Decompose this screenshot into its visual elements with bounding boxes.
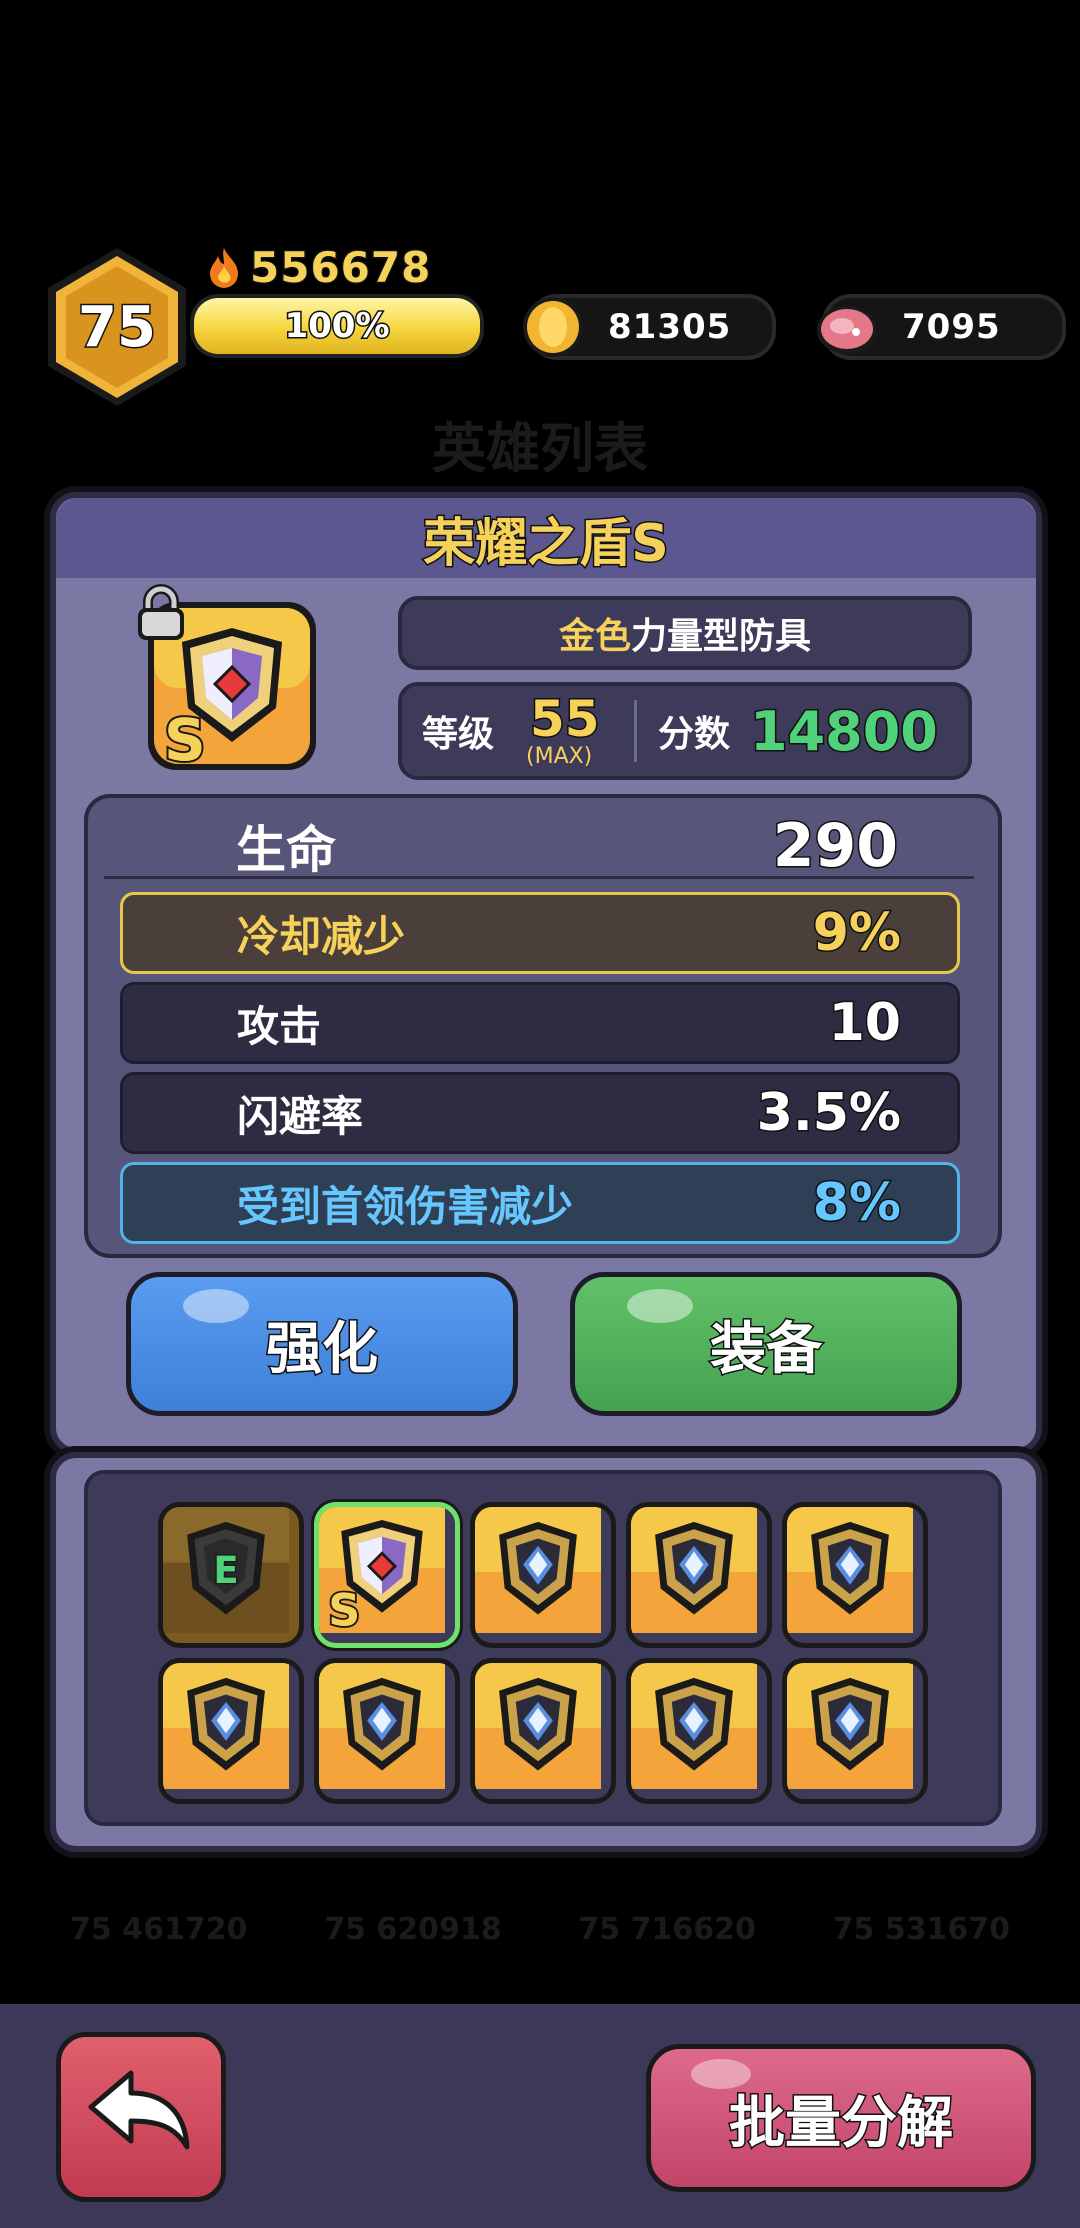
coin-icon bbox=[523, 297, 583, 357]
gem-shield-icon bbox=[163, 1663, 289, 1789]
sub-stat-row: 冷却减少 9% bbox=[120, 892, 960, 974]
lock-icon[interactable] bbox=[134, 584, 188, 644]
item-type-box: 金色 力量型防具 bbox=[398, 596, 972, 670]
level-max-tag: (MAX) bbox=[526, 744, 593, 769]
level-score-box: 等级 55 (MAX) 分数 14800 bbox=[398, 682, 972, 780]
sub-stat-label: 冷却减少 bbox=[237, 911, 406, 961]
sub-stat-value: 10 bbox=[827, 992, 902, 1055]
sub-stat-label: 受到首领伤害减少 bbox=[237, 1181, 574, 1231]
selected-shield-icon: S bbox=[319, 1507, 445, 1633]
bulk-decompose-button[interactable]: 批量分解 bbox=[646, 2044, 1036, 2192]
background-hero-stat: 75 716620 bbox=[578, 1912, 756, 1947]
gem-shield-icon bbox=[787, 1663, 913, 1789]
xp-bar: 100% bbox=[190, 294, 484, 358]
level-label: 等级 bbox=[422, 714, 495, 755]
divider bbox=[634, 700, 637, 762]
coin-counter[interactable]: 81305 bbox=[523, 294, 776, 360]
gem-shield-icon bbox=[787, 1507, 913, 1633]
meat-counter[interactable]: 7095 bbox=[817, 294, 1066, 360]
xp-percent: 100% bbox=[283, 305, 391, 348]
button-shine bbox=[183, 1289, 249, 1323]
main-stat-label: 生命 bbox=[236, 821, 336, 879]
gem-shield-icon bbox=[319, 1663, 445, 1789]
background-title: 英雄列表 bbox=[432, 417, 648, 480]
item-score: 14800 bbox=[749, 698, 940, 764]
gem-shield-icon bbox=[631, 1507, 757, 1633]
meat-value: 7095 bbox=[902, 307, 1001, 347]
inventory-slot[interactable] bbox=[470, 1658, 616, 1804]
power-display: 556678 bbox=[206, 241, 432, 293]
background-hero-stat: 75 461720 bbox=[70, 1912, 248, 1947]
inventory-slot[interactable] bbox=[782, 1658, 928, 1804]
gem-shield-icon bbox=[475, 1507, 601, 1633]
sub-stat-row: 受到首领伤害减少 8% bbox=[120, 1162, 960, 1244]
enhance-button-label: 强化 bbox=[265, 1315, 380, 1383]
item-type: 力量型防具 bbox=[631, 616, 812, 657]
sub-stat-value: 3.5% bbox=[755, 1082, 902, 1145]
sub-stat-value: 8% bbox=[811, 1172, 902, 1235]
svg-text:S: S bbox=[164, 706, 206, 774]
item-level: 55 bbox=[529, 689, 602, 750]
inventory-slot[interactable] bbox=[158, 1658, 304, 1804]
button-shine bbox=[627, 1289, 693, 1323]
inventory-slot[interactable]: S bbox=[314, 1502, 460, 1648]
bulk-decompose-label: 批量分解 bbox=[728, 2089, 955, 2157]
background-hero-stats: 75 461720 75 620918 75 716620 75 531670 bbox=[70, 1912, 1010, 1947]
fire-icon bbox=[210, 248, 238, 288]
stat-divider bbox=[104, 876, 974, 879]
meat-icon bbox=[817, 306, 877, 354]
button-shine bbox=[691, 2059, 751, 2089]
inventory-slot[interactable] bbox=[626, 1502, 772, 1648]
inventory-slot[interactable] bbox=[782, 1502, 928, 1648]
gem-shield-icon bbox=[631, 1663, 757, 1789]
sub-stat-value: 9% bbox=[811, 902, 902, 965]
sub-stat-label: 攻击 bbox=[237, 1001, 322, 1051]
equipped-shield-icon: E bbox=[163, 1507, 289, 1633]
item-quality: 金色 bbox=[558, 616, 631, 657]
item-name: 荣耀之盾S bbox=[422, 512, 670, 575]
main-stat-row: 生命 290 bbox=[120, 808, 954, 884]
back-arrow-icon bbox=[88, 2070, 190, 2150]
inventory-slot[interactable] bbox=[626, 1658, 772, 1804]
svg-text:E: E bbox=[213, 1549, 238, 1592]
gem-shield-icon bbox=[475, 1663, 601, 1789]
sub-stat-label: 闪避率 bbox=[237, 1091, 364, 1141]
sub-stat-row: 闪避率 3.5% bbox=[120, 1072, 960, 1154]
inventory-slot[interactable] bbox=[470, 1502, 616, 1648]
sub-stat-row: 攻击 10 bbox=[120, 982, 960, 1064]
background-hero-stat: 75 620918 bbox=[324, 1912, 502, 1947]
equip-button-label: 装备 bbox=[709, 1315, 824, 1383]
inventory-slot[interactable] bbox=[314, 1658, 460, 1804]
background-hero-stat: 75 531670 bbox=[832, 1912, 1010, 1947]
svg-text:S: S bbox=[328, 1586, 360, 1633]
player-level: 75 bbox=[77, 293, 158, 361]
power-value: 556678 bbox=[248, 241, 432, 293]
score-label: 分数 bbox=[658, 714, 731, 755]
enhance-button[interactable]: 强化 bbox=[126, 1272, 518, 1416]
main-stat-value: 290 bbox=[771, 810, 899, 883]
equip-button[interactable]: 装备 bbox=[570, 1272, 962, 1416]
inventory-slot[interactable]: E bbox=[158, 1502, 304, 1648]
back-button[interactable] bbox=[56, 2032, 226, 2202]
coin-value: 81305 bbox=[608, 307, 732, 347]
